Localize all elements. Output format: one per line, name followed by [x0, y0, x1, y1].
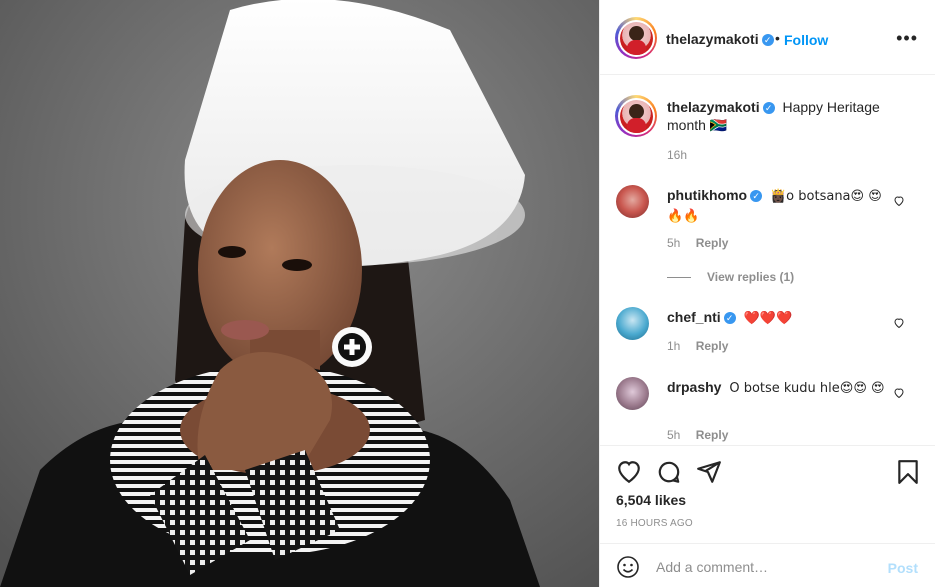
- reply-button[interactable]: Reply: [696, 428, 729, 442]
- heart-icon[interactable]: [616, 459, 642, 485]
- likes-count[interactable]: 6,504 likes: [616, 492, 686, 508]
- comment-text-block: chef_nti ✓ ❤️❤️❤️: [667, 308, 897, 328]
- comment-like-heart-icon[interactable]: [893, 195, 905, 207]
- commenter-avatar[interactable]: [616, 185, 649, 218]
- caption-text-block: thelazymakoti ✓ Happy Heritage month 🇿🇦: [667, 98, 897, 134]
- post-comment-button[interactable]: Post: [888, 560, 918, 576]
- post-actions: 6,504 likes 16 HOURS AGO: [600, 445, 935, 543]
- separator-dot: •: [775, 30, 780, 46]
- comments-list[interactable]: thelazymakoti ✓ Happy Heritage month 🇿🇦 1…: [600, 76, 935, 444]
- caption-meta: 16h: [667, 148, 699, 162]
- post-details-panel: thelazymakoti ✓ • Follow ••• thelazymakot…: [599, 0, 935, 587]
- comment-meta: 5h Reply: [667, 428, 740, 442]
- post-timestamp[interactable]: 16 HOURS AGO: [616, 518, 693, 529]
- comment-meta: 5h Reply: [667, 236, 740, 250]
- bookmark-icon[interactable]: [895, 459, 921, 485]
- comment-text: O botse kudu hle😍😍 😍: [729, 381, 885, 396]
- comment-username[interactable]: drpashy: [667, 379, 721, 395]
- commenter-avatar[interactable]: [616, 307, 649, 340]
- reply-button[interactable]: Reply: [696, 236, 729, 250]
- portrait-image: [0, 0, 599, 587]
- verified-badge-icon: ✓: [750, 190, 763, 203]
- add-comment-bar: Post: [600, 543, 935, 587]
- comment-text: ❤️❤️❤️: [743, 311, 793, 326]
- comment-like-heart-icon[interactable]: [893, 387, 905, 399]
- comment-time[interactable]: 5h: [667, 236, 680, 250]
- commenter-avatar[interactable]: [616, 377, 649, 410]
- comment-like-heart-icon[interactable]: [893, 317, 905, 329]
- comment-time[interactable]: 5h: [667, 428, 680, 442]
- verified-badge-icon: ✓: [723, 312, 736, 325]
- replies-divider-line: [667, 277, 691, 279]
- comment-icon[interactable]: [656, 459, 682, 485]
- caption-time[interactable]: 16h: [667, 148, 687, 162]
- follow-button[interactable]: Follow: [784, 32, 828, 48]
- comment-username[interactable]: phutikhomo ✓: [667, 187, 763, 203]
- action-icons: [616, 459, 921, 485]
- caption-avatar[interactable]: [615, 95, 657, 137]
- author-username[interactable]: thelazymakoti ✓: [666, 31, 774, 47]
- share-icon[interactable]: [696, 459, 722, 485]
- caption-username[interactable]: thelazymakoti ✓: [667, 99, 775, 115]
- comment-time[interactable]: 1h: [667, 339, 680, 353]
- post-photo[interactable]: [0, 0, 599, 587]
- comment-input[interactable]: [656, 556, 876, 578]
- view-replies-button[interactable]: View replies (1): [667, 270, 794, 284]
- comment-text-block: phutikhomo ✓ 👸🏿o botsana😍 😍🔥🔥: [667, 186, 897, 226]
- comment-username[interactable]: chef_nti ✓: [667, 309, 736, 325]
- reply-button[interactable]: Reply: [696, 339, 729, 353]
- smiley-icon[interactable]: [616, 555, 640, 579]
- post-header: thelazymakoti ✓ • Follow •••: [600, 0, 935, 75]
- comment-text-block: drpashy O botse kudu hle😍😍 😍: [667, 378, 897, 398]
- verified-badge-icon: ✓: [761, 34, 774, 47]
- author-avatar[interactable]: [615, 17, 657, 59]
- comment-meta: 1h Reply: [667, 339, 740, 353]
- verified-badge-icon: ✓: [762, 102, 775, 115]
- more-options-icon[interactable]: •••: [896, 28, 918, 49]
